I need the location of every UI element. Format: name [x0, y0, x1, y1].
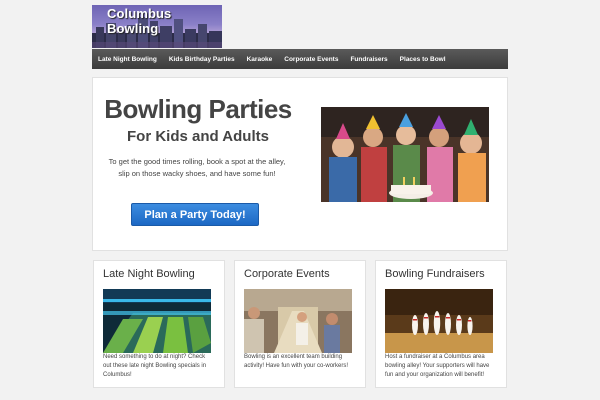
- card-text: Need something to do at night? Check out…: [103, 354, 207, 378]
- hero-description: To get the good times rolling, book a sp…: [108, 157, 286, 178]
- card-text: Host a fundraiser at a Columbus area bow…: [385, 354, 490, 378]
- nav-item-karaoke[interactable]: Karaoke: [247, 56, 273, 63]
- party-photo: [321, 107, 489, 202]
- hero-title: Bowling Parties: [104, 94, 292, 124]
- bowling-pins-image[interactable]: [385, 289, 493, 353]
- card-title[interactable]: Bowling Fundraisers: [385, 268, 485, 280]
- card-text: Bowling is an excellent team building ac…: [244, 354, 349, 369]
- nav-item-places-to-bowl[interactable]: Places to Bowl: [400, 56, 446, 63]
- hero-subtitle: For Kids and Adults: [127, 128, 269, 145]
- corporate-bowling-image[interactable]: [244, 289, 352, 353]
- card-late-night-bowling: Late Night Bowling Need something to do …: [93, 260, 225, 388]
- card-title[interactable]: Late Night Bowling: [103, 268, 195, 280]
- logo-text: Columbus Bowling: [107, 6, 172, 36]
- nav-item-corporate-events[interactable]: Corporate Events: [284, 56, 338, 63]
- card-title[interactable]: Corporate Events: [244, 268, 330, 280]
- card-corporate-events: Corporate Events Bowling is an excellent…: [234, 260, 366, 388]
- card-bowling-fundraisers: Bowling Fundraisers Host a fundraiser at…: [375, 260, 507, 388]
- nav-item-kids-birthday-parties[interactable]: Kids Birthday Parties: [169, 56, 235, 63]
- main-nav: Late Night Bowling Kids Birthday Parties…: [92, 49, 508, 69]
- plan-party-button[interactable]: Plan a Party Today!: [131, 203, 259, 226]
- nav-item-late-night-bowling[interactable]: Late Night Bowling: [98, 56, 157, 63]
- nav-item-fundraisers[interactable]: Fundraisers: [350, 56, 387, 63]
- site-logo[interactable]: Columbus Bowling: [92, 5, 222, 48]
- bowling-alley-night-image[interactable]: [103, 289, 211, 353]
- hero-section: Bowling Parties For Kids and Adults To g…: [92, 77, 508, 251]
